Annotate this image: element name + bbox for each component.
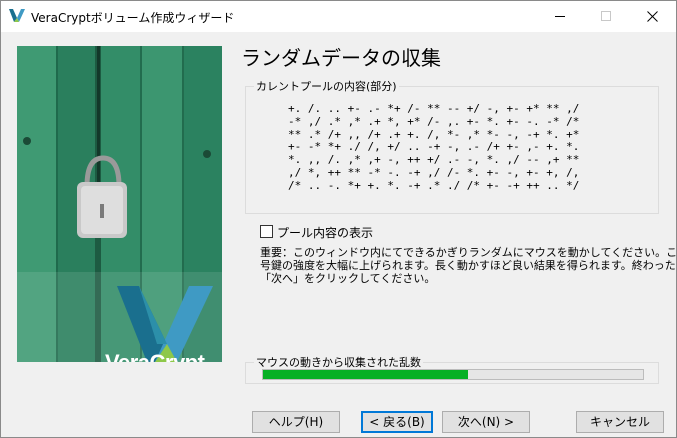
instructions-text: 重要：このウィンドウ内にてできるかぎりランダムにマウスを動かしてください。これに…: [260, 246, 677, 285]
next-button[interactable]: 次へ(N) >: [442, 411, 530, 433]
wizard-content: VeraCrypt ランダムデータの収集 カレントプールの内容(部分) +. /…: [1, 32, 676, 403]
pool-line: ,/ *, ++ ** -* -. -+ ,/ /- *. +- -, +- +…: [288, 165, 580, 179]
back-button[interactable]: < 戻る(B): [361, 411, 433, 433]
maximize-button[interactable]: [584, 1, 630, 32]
show-pool-checkbox[interactable]: [260, 225, 273, 238]
instructions-line: 「次へ」をクリックしてください。: [260, 272, 436, 285]
pool-contents-legend: カレントプールの内容(部分): [254, 78, 399, 94]
veracrypt-app-icon: [9, 9, 25, 22]
randomness-progress-legend: マウスの動きから収集された乱数: [254, 354, 423, 370]
title-bar[interactable]: VeraCryptボリューム作成ウィザード: [1, 1, 676, 32]
button-bar: ヘルプ(H) < 戻る(B) 次へ(N) > キャンセル: [1, 403, 676, 437]
pool-contents-text: +. /. .. +- .- *+ /- ** -- +/ -, +- +* *…: [288, 102, 580, 193]
wizard-window: VeraCryptボリューム作成ウィザード ランダムデータの収集 カレントプール…: [0, 0, 677, 438]
maximize-icon: [601, 11, 611, 21]
cancel-button[interactable]: キャンセル: [576, 411, 664, 433]
pool-contents-group: カレントプールの内容(部分) +. /. .. +- .- *+ /- ** -…: [245, 78, 659, 214]
pool-line: /* .. -. *+ +. *. -+ .* ./ /* +- -+ ++ .…: [288, 178, 580, 192]
minimize-icon: [555, 16, 565, 17]
window-title: VeraCryptボリューム作成ウィザード: [31, 11, 235, 25]
randomness-progress-bar: [262, 369, 644, 380]
instructions-line: 号鍵の強度を大幅に上げられます。長く動かすほど良い結果を得られます。終わったら: [260, 259, 677, 272]
close-button[interactable]: [630, 1, 676, 32]
close-icon: [647, 11, 658, 22]
brand-name: VeraCrypt: [105, 350, 205, 362]
randomness-progress-fill: [263, 370, 469, 379]
show-pool-checkbox-label[interactable]: プール内容の表示: [277, 224, 373, 241]
padlock-door-illustration: [17, 46, 222, 362]
randomness-progress-group: マウスの動きから収集された乱数: [245, 354, 659, 384]
minimize-button[interactable]: [538, 1, 584, 32]
pool-line: -* ,/ .* ,* .+ *, +* /- ,. +- *. +- -. -…: [288, 114, 580, 128]
page-title: ランダムデータの収集: [241, 46, 441, 70]
hero-image: VeraCrypt: [17, 46, 222, 362]
pool-line: +. /. .. +- .- *+ /- ** -- +/ -, +- +* *…: [288, 102, 580, 115]
help-button[interactable]: ヘルプ(H): [252, 411, 340, 433]
instructions-line: 重要：このウィンドウ内にてできるかぎりランダムにマウスを動かしてください。これに…: [260, 246, 677, 259]
